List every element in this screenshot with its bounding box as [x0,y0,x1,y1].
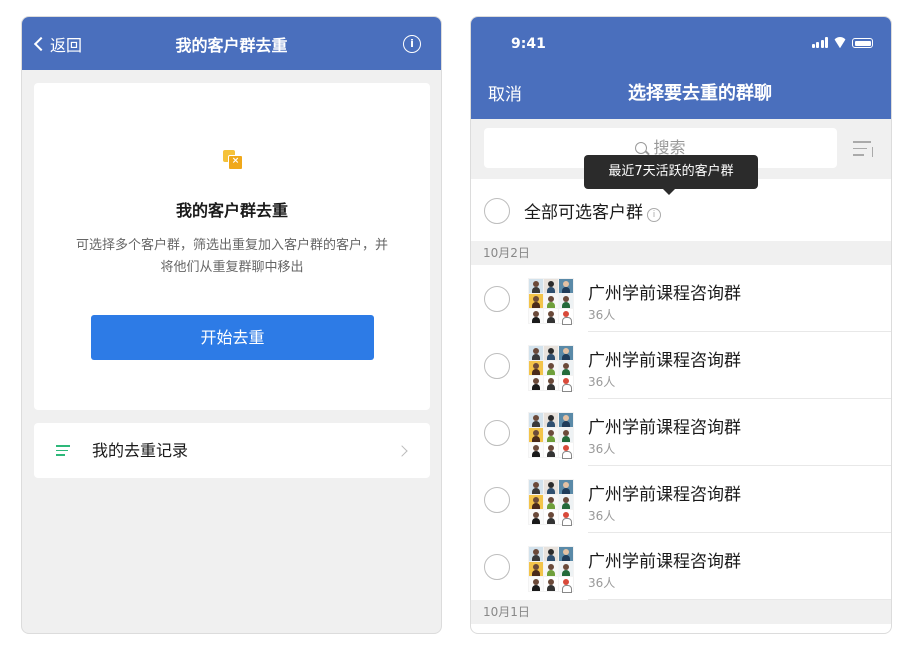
status-icons [811,37,873,48]
dedupe-records-label: 我的去重记录 [92,441,189,460]
group-row[interactable]: 广州学前课程咨询群 36人 [471,533,891,600]
back-button[interactable]: 返回 [33,17,83,70]
group-name: 广州学前课程咨询群 [588,284,741,304]
group-radio[interactable] [484,420,510,446]
group-radio[interactable] [484,487,510,513]
group-name: 广州学前课程咨询群 [588,351,741,371]
group-name: 广州学前课程咨询群 [588,552,741,572]
nav-bar: 返回 我的客户群去重 i [22,17,441,70]
info-icon[interactable]: i [647,208,661,222]
group-avatar [528,278,574,325]
page-title: 选择要去重的群聊 [628,83,772,104]
group-row[interactable]: 广州学前课程咨询群 36人 [471,265,891,332]
intro-card: × 我的客户群去重 可选择多个客户群，筛选出重复加入客户群的客户，并将他们从重复… [34,83,430,410]
info-icon[interactable]: i [403,35,421,53]
group-member-count: 36人 [588,308,616,322]
battery-icon [852,38,873,48]
wifi-icon [833,37,847,48]
group-member-count: 36人 [588,442,616,456]
group-row[interactable]: 广州学前课程咨询群 36人 [471,466,891,533]
list-icon [56,445,70,456]
status-time: 9:41 [511,36,546,52]
group-radio[interactable] [484,554,510,580]
group-name: 广州学前课程咨询群 [588,485,741,505]
chevron-right-icon [396,445,408,457]
group-avatar [528,345,574,392]
group-radio[interactable] [484,286,510,312]
group-name: 广州学前课程咨询群 [588,418,741,438]
group-row[interactable]: 广州学前课程咨询群 36人 [471,399,891,466]
select-all-radio[interactable] [484,198,510,224]
active-groups-tooltip: 最近7天活跃的客户群 [584,155,758,195]
group-member-count: 36人 [588,576,616,590]
card-description: 可选择多个客户群，筛选出重复加入客户群的客户，并将他们从重复群聊中移出 [75,238,388,275]
page-title: 我的客户群去重 [175,35,288,55]
card-title: 我的客户群去重 [175,201,288,220]
nav-bar: 9:41 取消 选择要去重的群聊 [471,17,891,119]
group-avatar [528,546,574,593]
date-header: 10月1日 [471,600,891,624]
back-label: 返回 [50,35,83,55]
start-dedupe-button[interactable]: 开始去重 [91,315,374,360]
chevron-left-icon [33,36,49,52]
dedupe-groups-icon: × [223,150,243,170]
group-radio[interactable] [484,353,510,379]
sort-icon[interactable] [853,141,873,157]
select-groups-screen: 9:41 取消 选择要去重的群聊 搜索 最近7天活跃的客户群 全部可选客户群 i … [470,16,892,634]
select-all-label: 全部可选客户群 i [524,198,661,223]
group-member-count: 36人 [588,375,616,389]
group-avatar [528,479,574,526]
group-avatar [528,412,574,459]
dedupe-records-item[interactable]: 我的去重记录 [34,423,430,478]
search-icon [635,142,648,154]
group-row[interactable]: 广州学前课程咨询群 36人 [471,332,891,399]
date-header: 10月2日 [471,241,891,265]
signal-icon [811,37,828,48]
dedupe-home-screen: 返回 我的客户群去重 i × 我的客户群去重 可选择多个客户群，筛选出重复加入客… [21,16,442,634]
group-member-count: 36人 [588,509,616,523]
